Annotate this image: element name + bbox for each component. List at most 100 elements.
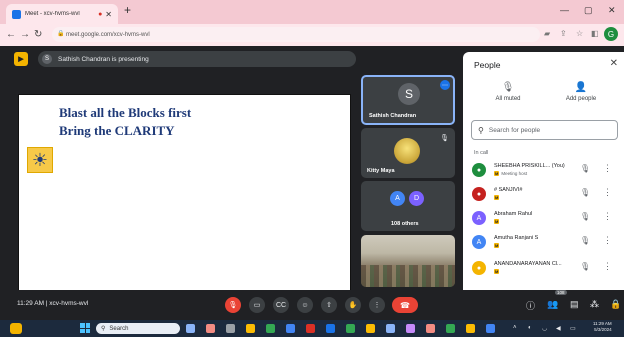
- host-controls-icon[interactable]: 🔒: [610, 299, 621, 310]
- app-icon[interactable]: [266, 324, 275, 333]
- participant-name: # SANJIVI#: [494, 187, 523, 193]
- app-icon[interactable]: [446, 324, 455, 333]
- participant-name: Amutha Ranjani S: [494, 235, 539, 241]
- captions-button[interactable]: CC: [273, 297, 289, 313]
- mic-off-icon[interactable]: 🎙: [580, 236, 590, 245]
- new-tab-button[interactable]: +: [124, 3, 131, 17]
- taskbar-search[interactable]: ⚲ Search: [96, 323, 180, 334]
- chrome-icon[interactable]: [286, 324, 295, 333]
- close-panel-icon[interactable]: ✕: [610, 58, 618, 69]
- more-options-icon[interactable]: ⋯: [440, 80, 450, 90]
- participant-badge: M: [494, 195, 500, 200]
- reactions-button[interactable]: ☺: [297, 297, 313, 313]
- tile-name: Kitty Maya: [367, 168, 395, 174]
- app-icon[interactable]: [246, 324, 255, 333]
- presenter-avatar: S: [42, 54, 52, 64]
- participant-avatar: A: [472, 211, 486, 225]
- app-icon[interactable]: [346, 324, 355, 333]
- raise-hand-button[interactable]: ✋: [345, 297, 361, 313]
- chat-icon[interactable]: ▤: [570, 299, 579, 310]
- activities-icon[interactable]: ⁂: [590, 299, 599, 310]
- app-icon[interactable]: [406, 324, 415, 333]
- sun-icon: ☀: [27, 147, 53, 173]
- people-icon[interactable]: 👥: [547, 299, 558, 310]
- app-icon[interactable]: [206, 324, 215, 333]
- browser-tab-meet[interactable]: Meet - xcv-hvms-wvl ● ✕: [6, 4, 118, 24]
- app-icon[interactable]: [386, 324, 395, 333]
- participant-more-icon[interactable]: ⋮: [603, 187, 612, 198]
- app-icon[interactable]: [226, 324, 235, 333]
- share-icon[interactable]: ⇪: [560, 29, 567, 38]
- participant-row[interactable]: A Abraham Rahul M 🎙 ⋮: [463, 208, 624, 230]
- url-text: meet.google.com/xcv-hvms-wvl: [66, 31, 150, 38]
- search-people-input[interactable]: ⚲ Search for people: [471, 120, 618, 140]
- all-muted-button[interactable]: 🎙 All muted: [478, 82, 538, 102]
- taskbar-search-label: Search: [109, 325, 129, 332]
- bookmark-star-icon[interactable]: ☆: [576, 29, 583, 38]
- mic-off-icon[interactable]: 🎙: [580, 212, 590, 221]
- minimize-icon[interactable]: —: [560, 5, 569, 15]
- tray-app-icon[interactable]: ◐: [528, 325, 532, 331]
- weather-widget-icon[interactable]: [10, 323, 22, 334]
- present-button[interactable]: ⇧: [321, 297, 337, 313]
- search-icon: ⚲: [101, 326, 106, 332]
- mic-off-icon[interactable]: 🎙: [580, 188, 590, 197]
- others-avatar-d: D: [409, 191, 424, 206]
- all-muted-label: All muted: [495, 96, 521, 102]
- tab-close-icon[interactable]: ✕: [105, 10, 112, 19]
- sidepanel-icon[interactable]: ◧: [591, 29, 599, 38]
- tile-name: Sathish Chandran: [369, 113, 417, 119]
- participant-tile-kitty[interactable]: 🎙 Kitty Maya: [361, 128, 455, 178]
- participant-row[interactable]: ● # SANJIVI# M 🎙 ⋮: [463, 184, 624, 206]
- participant-badge: M: [494, 269, 500, 274]
- meeting-details-icon[interactable]: ⓘ: [526, 299, 535, 312]
- forward-icon[interactable]: →: [20, 29, 30, 40]
- start-icon[interactable]: [80, 323, 90, 333]
- url-field[interactable]: 🔒 meet.google.com/xcv-hvms-wvl: [52, 27, 540, 42]
- maximize-icon[interactable]: ▢: [584, 5, 593, 16]
- camera-indicator-icon[interactable]: ▰: [544, 29, 550, 38]
- presentation-slide: Blast all the Blocks first Bring the CLA…: [18, 94, 351, 314]
- participant-row[interactable]: ● ANANDANARAYANAN Cl... M 🎙 ⋮: [463, 258, 624, 280]
- taskbar-clock[interactable]: 11:29 AM 5/3/2024: [593, 321, 612, 333]
- participant-more-icon[interactable]: ⋮: [603, 235, 612, 246]
- volume-icon[interactable]: ◀: [556, 325, 561, 332]
- profile-avatar[interactable]: G: [604, 27, 618, 41]
- participant-badge: M: [494, 219, 500, 224]
- participant-tile-others[interactable]: A D 108 others: [361, 181, 455, 231]
- participant-tile-presenter[interactable]: S ⋯ Sathish Chandran: [361, 75, 455, 125]
- add-people-button[interactable]: 👤 Add people: [551, 82, 611, 102]
- app-icon[interactable]: [306, 324, 315, 333]
- participant-more-icon[interactable]: ⋮: [603, 261, 612, 272]
- mic-off-icon[interactable]: 🎙: [580, 262, 590, 271]
- participant-avatar: A: [472, 235, 486, 249]
- participant-row[interactable]: ● SHEEBHA PRISKILL... (You) M Meeting hos…: [463, 160, 624, 182]
- tab-title: Meet - xcv-hvms-wvl: [25, 11, 80, 17]
- reload-icon[interactable]: ↻: [34, 29, 42, 40]
- browser-tab-bar: Meet - xcv-hvms-wvl ● ✕ + — ▢ ✕: [0, 0, 624, 24]
- battery-icon[interactable]: ▭: [570, 325, 576, 332]
- app-icon[interactable]: [366, 324, 375, 333]
- back-icon[interactable]: ←: [6, 29, 16, 40]
- wifi-icon[interactable]: ◡: [542, 325, 547, 332]
- people-panel-title: People: [474, 60, 501, 70]
- participant-row[interactable]: A Amutha Ranjani S M 🎙 ⋮: [463, 232, 624, 254]
- window-close-icon[interactable]: ✕: [608, 5, 616, 16]
- app-icon[interactable]: [426, 324, 435, 333]
- app-icon[interactable]: [186, 324, 195, 333]
- tray-chevron-icon[interactable]: ˄: [513, 325, 517, 331]
- presenting-text: Sathish Chandran is presenting: [58, 55, 149, 63]
- participant-name: Abraham Rahul: [494, 211, 533, 217]
- app-icon[interactable]: [326, 324, 335, 333]
- app-icon[interactable]: [466, 324, 475, 333]
- participant-more-icon[interactable]: ⋮: [603, 163, 612, 174]
- more-options-button[interactable]: ⋮: [369, 297, 385, 313]
- camera-toggle-button[interactable]: ▭: [249, 297, 265, 313]
- others-avatar-a: A: [390, 191, 405, 206]
- participant-more-icon[interactable]: ⋮: [603, 211, 612, 222]
- app-icon[interactable]: [486, 324, 495, 333]
- mic-off-icon[interactable]: 🎙: [580, 164, 590, 173]
- mic-toggle-button[interactable]: 🎙: [225, 297, 241, 313]
- participant-tile-classroom-video[interactable]: [361, 235, 455, 287]
- leave-call-button[interactable]: ☎: [392, 297, 418, 313]
